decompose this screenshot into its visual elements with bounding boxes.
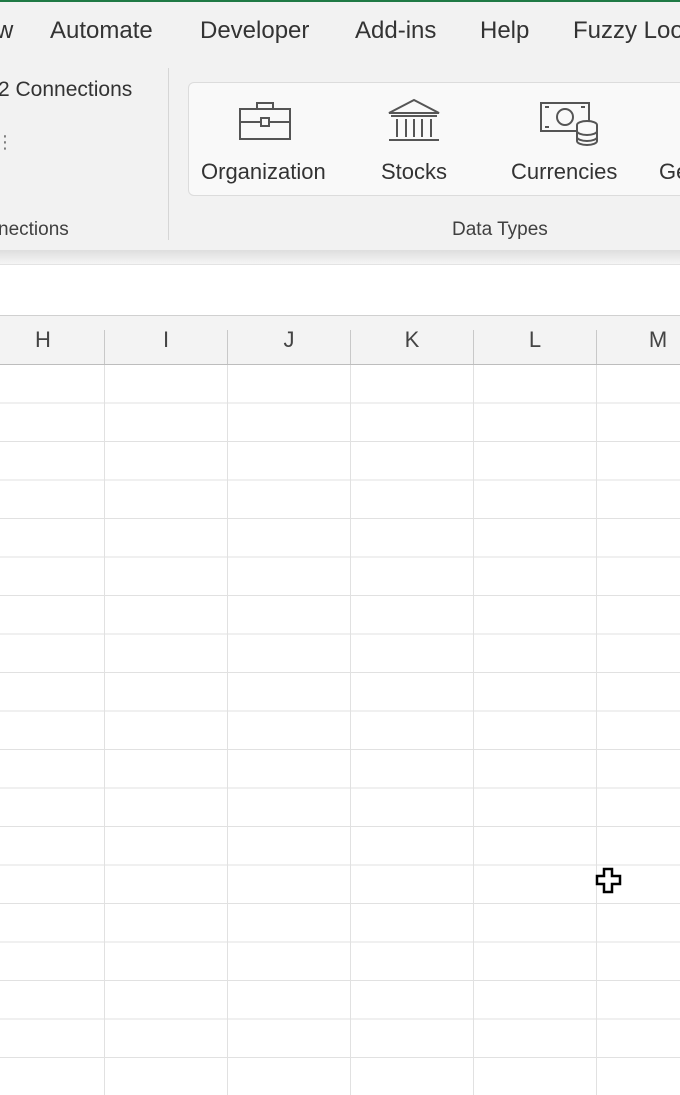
tab-developer[interactable]: Developer (200, 17, 309, 45)
formula-bar[interactable] (0, 264, 680, 315)
gridline (104, 365, 105, 1095)
organization-label: Organization (201, 159, 326, 184)
data-types-group-label: Data Types (452, 219, 548, 240)
gridline (350, 365, 351, 1095)
tab-add-ins[interactable]: Add-ins (355, 17, 436, 45)
column-header-m[interactable]: M (597, 316, 680, 364)
stocks-label: Stocks (381, 159, 448, 184)
bank-icon (388, 98, 440, 141)
ribbon-shadow (0, 250, 680, 264)
geography-label: Ge (659, 159, 680, 184)
ribbon-tabs: w Automate Developer Add-ins Help Fuzzy … (0, 2, 680, 58)
currencies-button[interactable]: Currencies (495, 83, 645, 195)
data-types-gallery: Organization Stocks Currencies G (188, 82, 680, 196)
column-header-h[interactable]: H (0, 316, 104, 364)
organization-button[interactable]: Organization (189, 83, 339, 195)
column-header-l[interactable]: L (474, 316, 596, 364)
currencies-label: Currencies (511, 159, 618, 184)
currency-icon (540, 102, 598, 146)
tab-fuzzy-lookup[interactable]: Fuzzy Loo (573, 17, 680, 45)
gridline (473, 365, 474, 1095)
excel-window: w Automate Developer Add-ins Help Fuzzy … (0, 0, 680, 1095)
cell-select-cursor-icon (595, 867, 622, 894)
briefcase-icon (239, 102, 291, 140)
stocks-button[interactable]: Stocks (355, 83, 475, 195)
column-header-j[interactable]: J (228, 316, 350, 364)
column-header-k[interactable]: K (351, 316, 473, 364)
tab-help[interactable]: Help (480, 17, 529, 45)
gridline (596, 365, 597, 1095)
connections-button[interactable]: 2 Connections (0, 78, 132, 102)
tab-view[interactable]: w (0, 17, 13, 45)
column-headers: H I J K L M (0, 315, 680, 365)
properties-icon[interactable]: ⋮ (0, 132, 14, 153)
column-header-i[interactable]: I (105, 316, 227, 364)
tab-automate[interactable]: Automate (50, 17, 153, 45)
group-separator (168, 68, 169, 240)
geography-button[interactable]: Ge (655, 83, 680, 195)
gridline (227, 365, 228, 1095)
queries-connections-group-label: nections (0, 219, 69, 240)
ribbon-body: 2 Connections ⋮ nections Organization St… (0, 58, 680, 258)
cell-grid[interactable] (0, 365, 680, 1095)
